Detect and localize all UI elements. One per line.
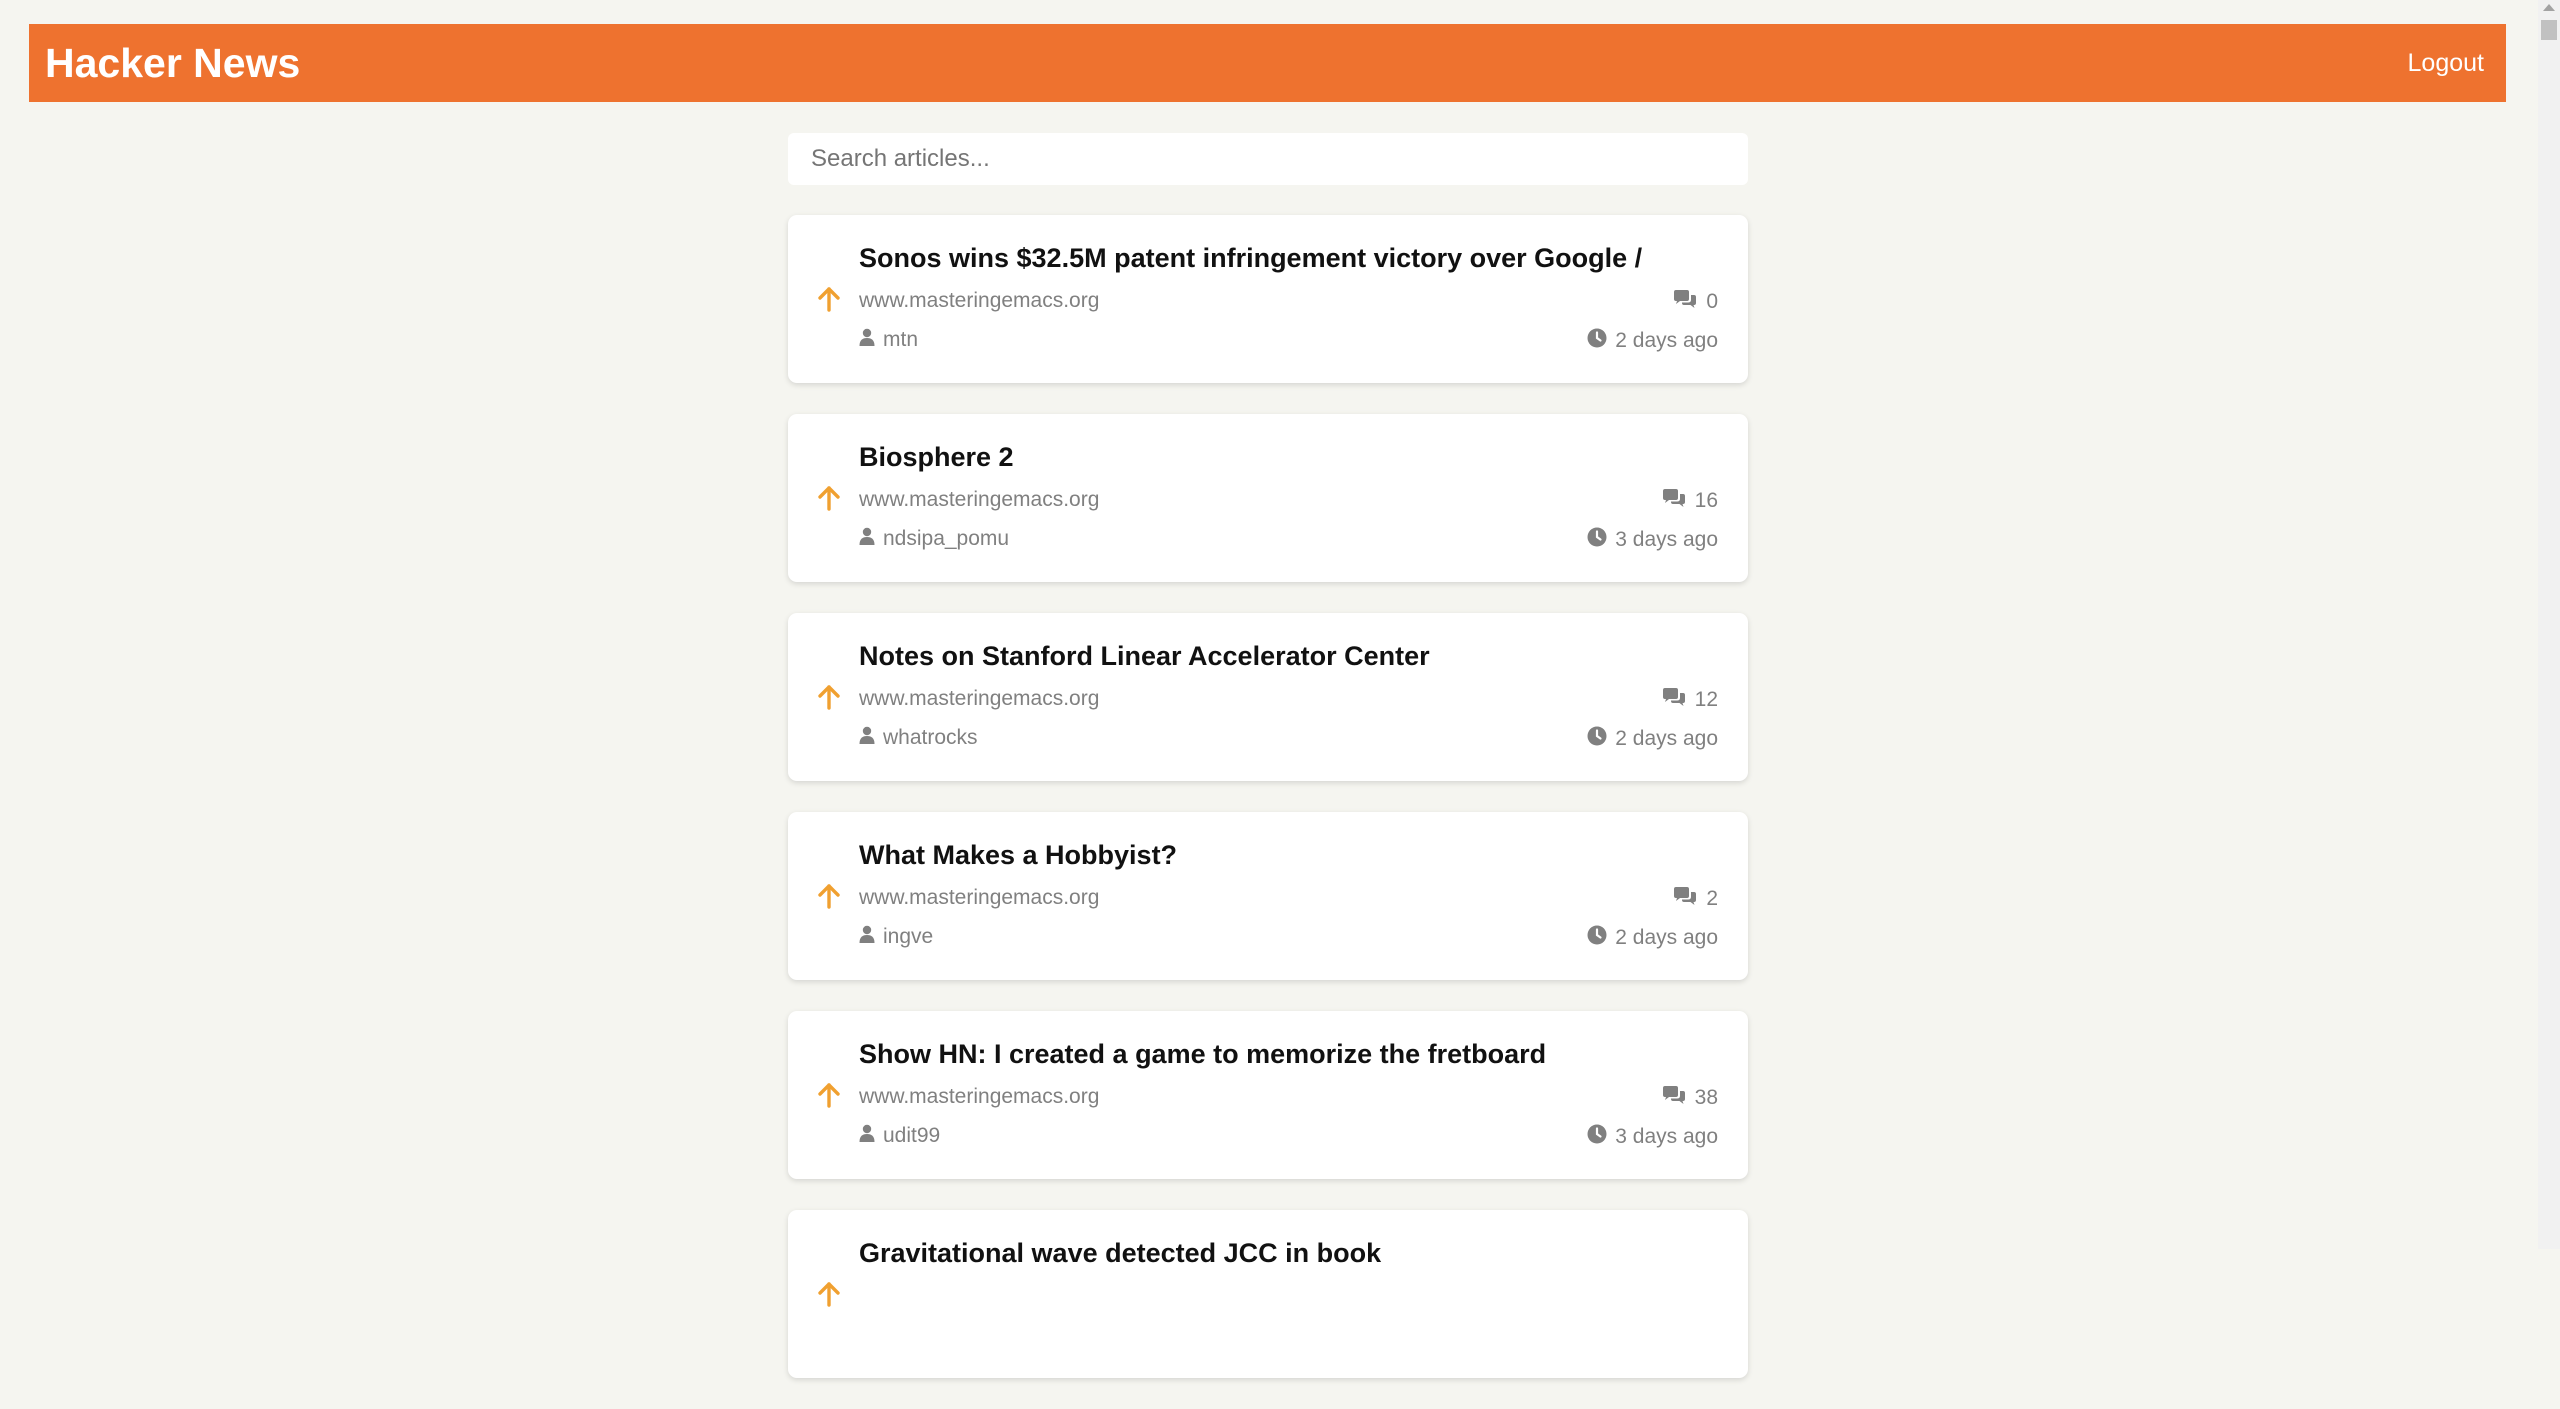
site-title[interactable]: Hacker News — [45, 40, 300, 87]
upvote-arrow-icon[interactable] — [815, 484, 843, 512]
article-author[interactable]: ingve — [859, 925, 933, 949]
logout-link[interactable]: Logout — [2408, 49, 2484, 78]
article-title[interactable]: What Makes a Hobbyist? — [859, 840, 1177, 871]
user-icon — [859, 1124, 875, 1148]
comment-count: 38 — [1694, 1086, 1718, 1109]
article-author[interactable]: whatrocks — [859, 726, 978, 750]
upvote-arrow-icon[interactable] — [815, 285, 843, 313]
article-time: 2 days ago — [1587, 328, 1718, 354]
user-icon — [859, 925, 875, 949]
comments-icon — [1672, 289, 1698, 315]
article-domain[interactable]: www.masteringemacs.org — [859, 289, 1099, 313]
article-author[interactable]: mtn — [859, 328, 918, 352]
article-title[interactable]: Biosphere 2 — [859, 442, 1014, 473]
comments-icon — [1672, 886, 1698, 912]
author-name: whatrocks — [883, 726, 978, 749]
search-input[interactable] — [788, 133, 1748, 185]
article-time: 3 days ago — [1587, 1124, 1718, 1150]
article-comments[interactable]: 16 — [1661, 488, 1718, 514]
author-name: ingve — [883, 925, 934, 948]
article-list: Sonos wins $32.5M patent infringement vi… — [788, 215, 1748, 1409]
comment-count: 2 — [1706, 887, 1718, 910]
clock-icon — [1587, 527, 1607, 553]
article-title[interactable]: Show HN: I created a game to memorize th… — [859, 1039, 1546, 1070]
comment-count: 12 — [1694, 688, 1718, 711]
article-card: What Makes a Hobbyist? www.masteringemacs… — [788, 812, 1748, 980]
clock-icon — [1587, 726, 1607, 752]
time-ago: 3 days ago — [1615, 528, 1718, 551]
author-name: ndsipa_pomu — [883, 527, 1010, 550]
time-ago: 2 days ago — [1615, 926, 1718, 949]
top-header: Hacker News Logout — [29, 24, 2506, 102]
time-ago: 2 days ago — [1615, 727, 1718, 750]
clock-icon — [1587, 1124, 1607, 1150]
article-comments[interactable]: 2 — [1672, 886, 1718, 912]
article-comments[interactable]: 0 — [1672, 289, 1718, 315]
article-time: 2 days ago — [1587, 925, 1718, 951]
time-ago: 2 days ago — [1615, 329, 1718, 352]
user-icon — [859, 527, 875, 551]
user-icon — [859, 726, 875, 750]
article-domain[interactable]: www.masteringemacs.org — [859, 1085, 1099, 1109]
author-name: mtn — [883, 328, 919, 351]
clock-icon — [1587, 328, 1607, 354]
article-card: Gravitational wave detected JCC in book — [788, 1210, 1748, 1378]
upvote-arrow-icon[interactable] — [815, 1280, 843, 1308]
scroll-thumb[interactable] — [2541, 20, 2557, 40]
comments-icon — [1661, 687, 1687, 713]
comment-count: 16 — [1694, 489, 1718, 512]
article-comments[interactable]: 38 — [1661, 1085, 1718, 1111]
scroll-up-arrow-icon[interactable] — [2543, 4, 2555, 11]
upvote-arrow-icon[interactable] — [815, 882, 843, 910]
article-comments[interactable]: 12 — [1661, 687, 1718, 713]
article-card: Biosphere 2 www.masteringemacs.org ndsipa_… — [788, 414, 1748, 582]
article-domain[interactable]: www.masteringemacs.org — [859, 488, 1099, 512]
user-icon — [859, 328, 875, 352]
article-card: Notes on Stanford Linear Accelerator Cen… — [788, 613, 1748, 781]
article-author[interactable]: ndsipa_pomu — [859, 527, 1009, 551]
article-card: Show HN: I created a game to memorize th… — [788, 1011, 1748, 1179]
article-domain[interactable]: www.masteringemacs.org — [859, 886, 1099, 910]
comment-count: 0 — [1706, 290, 1718, 313]
scrollbar[interactable] — [2538, 0, 2560, 1249]
time-ago: 3 days ago — [1615, 1125, 1718, 1148]
upvote-arrow-icon[interactable] — [815, 1081, 843, 1109]
article-card: Sonos wins $32.5M patent infringement vi… — [788, 215, 1748, 383]
article-title[interactable]: Notes on Stanford Linear Accelerator Cen… — [859, 641, 1430, 672]
clock-icon — [1587, 925, 1607, 951]
article-title[interactable]: Sonos wins $32.5M patent infringement vi… — [859, 243, 1642, 274]
article-time: 3 days ago — [1587, 527, 1718, 553]
author-name: udit99 — [883, 1124, 941, 1147]
article-time: 2 days ago — [1587, 726, 1718, 752]
article-domain[interactable]: www.masteringemacs.org — [859, 687, 1099, 711]
article-author[interactable]: udit99 — [859, 1124, 940, 1148]
article-title[interactable]: Gravitational wave detected JCC in book — [859, 1238, 1381, 1269]
comments-icon — [1661, 1085, 1687, 1111]
upvote-arrow-icon[interactable] — [815, 683, 843, 711]
comments-icon — [1661, 488, 1687, 514]
